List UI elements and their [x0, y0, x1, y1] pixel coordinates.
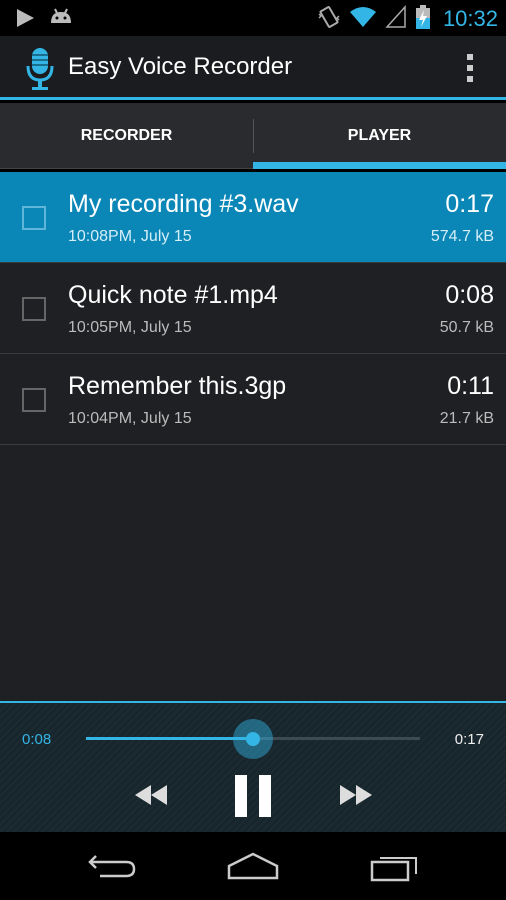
recordings-list[interactable]: My recording #3.wav 10:08PM, July 15 0:1… — [0, 172, 506, 702]
android-debug-icon — [48, 7, 74, 33]
recording-name: Quick note #1.mp4 — [68, 281, 278, 309]
pause-icon[interactable] — [233, 775, 273, 817]
status-clock: 10:32 — [442, 6, 498, 31]
vibrate-icon — [317, 4, 341, 34]
signal-icon — [385, 5, 407, 33]
recent-apps-icon[interactable] — [364, 848, 424, 882]
overflow-dot — [467, 76, 473, 82]
seek-bar[interactable] — [86, 719, 420, 759]
battery-charging-icon — [415, 4, 431, 34]
recording-date: 10:08PM, July 15 — [68, 228, 192, 245]
microphone-icon — [24, 46, 56, 92]
recording-duration: 0:08 — [445, 281, 494, 309]
overflow-menu-button[interactable] — [460, 50, 480, 86]
fast-forward-icon[interactable] — [338, 783, 374, 807]
recording-name: Remember this.3gp — [68, 372, 287, 400]
overflow-dot — [467, 65, 473, 71]
list-item[interactable]: Remember this.3gp 10:04PM, July 15 0:11 … — [0, 354, 506, 445]
action-bar: Easy Voice Recorder — [0, 36, 506, 100]
back-icon[interactable] — [82, 848, 142, 882]
recording-size: 50.7 kB — [439, 319, 494, 336]
list-item[interactable]: Quick note #1.mp4 10:05PM, July 15 0:08 … — [0, 263, 506, 354]
recording-duration: 0:11 — [447, 372, 494, 400]
total-time: 0:17 — [454, 731, 484, 748]
recording-size: 574.7 kB — [430, 228, 494, 245]
tab-bar: RECORDER PLAYER — [0, 103, 506, 169]
wifi-icon — [349, 5, 377, 33]
overflow-dot — [467, 54, 473, 60]
recording-date: 10:04PM, July 15 — [68, 410, 192, 427]
select-checkbox[interactable] — [22, 388, 46, 412]
play-store-icon — [14, 7, 36, 33]
tab-player[interactable]: PLAYER — [253, 103, 506, 169]
select-checkbox[interactable] — [22, 206, 46, 230]
home-icon[interactable] — [223, 848, 283, 882]
seek-bar-thumb[interactable] — [233, 719, 273, 759]
tab-selected-indicator — [253, 162, 506, 169]
seek-bar-progress — [86, 737, 253, 740]
status-bar: 10:32 — [0, 0, 506, 36]
recording-size: 21.7 kB — [439, 410, 494, 427]
recording-date: 10:05PM, July 15 — [68, 319, 192, 336]
app-title: Easy Voice Recorder — [68, 53, 293, 80]
rewind-icon[interactable] — [133, 783, 169, 807]
player-panel: 0:08 0:17 — [0, 701, 506, 832]
tab-bar-bottom-line — [0, 168, 253, 169]
list-item[interactable]: My recording #3.wav 10:08PM, July 15 0:1… — [0, 172, 506, 263]
recording-name: My recording #3.wav — [68, 190, 299, 218]
recording-duration: 0:17 — [445, 190, 494, 218]
current-time: 0:08 — [22, 731, 52, 748]
navigation-bar — [0, 832, 506, 900]
select-checkbox[interactable] — [22, 297, 46, 321]
tab-recorder[interactable]: RECORDER — [0, 103, 253, 169]
